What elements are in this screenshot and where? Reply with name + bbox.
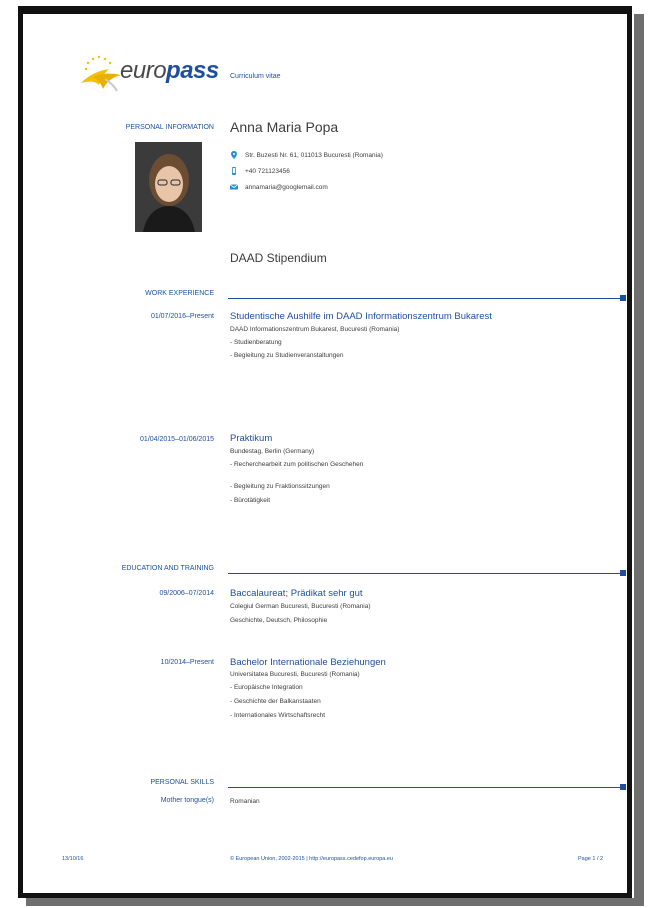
education-title: Baccalaureat; Prädikat sehr gut xyxy=(230,588,363,599)
job-duty: - Recherchearbeit zum politischen Gesche… xyxy=(230,461,364,468)
job-dates: 01/07/2016–Present xyxy=(150,313,214,320)
phone-line: +40 721123456 xyxy=(230,167,290,175)
education-label: EDUCATION AND TRAINING xyxy=(121,565,214,572)
email-line: annamaria@googlemail.com xyxy=(230,183,328,191)
footer-page-number: Page 1 / 2 xyxy=(578,856,604,862)
phone-icon xyxy=(232,167,236,175)
education-divider xyxy=(228,570,626,576)
personal-information-label: PERSONAL INFORMATION xyxy=(125,124,214,131)
address-line: Str. Buzesti Nr. 61, 011013 Bucuresti (R… xyxy=(230,151,383,159)
education-institution: Colegiul German Bucuresti, Bucuresti (Ro… xyxy=(230,603,371,610)
work-experience-divider xyxy=(228,295,626,301)
job-duty: - Begleitung zu Studienveranstaltungen xyxy=(230,352,344,359)
job-dates: 01/04/2015–01/06/2015 xyxy=(140,436,214,443)
job-employer: Bundestag, Berlin (Germany) xyxy=(230,448,315,455)
job-duty: - Studienberatung xyxy=(230,339,282,346)
education-dates: 10/2014–Present xyxy=(160,659,214,666)
headline: DAAD Stipendium xyxy=(230,251,327,265)
education-detail: - Europäische Integration xyxy=(230,684,303,691)
email-link[interactable]: annamaria@googlemail.com xyxy=(245,184,328,191)
phone-text: +40 721123456 xyxy=(245,167,290,175)
personal-skills-label: PERSONAL SKILLS xyxy=(150,779,214,786)
page-shadow-bottom xyxy=(26,898,644,906)
education-detail: Geschichte, Deutsch, Philosophie xyxy=(230,617,328,624)
location-pin-icon xyxy=(231,151,237,159)
education-detail: - Geschichte der Balkanstaaten xyxy=(230,698,321,705)
personal-skills-divider xyxy=(228,784,626,790)
envelope-icon xyxy=(230,184,238,190)
document-title: Curriculum vitae xyxy=(230,73,281,80)
job-title: Studentische Aushilfe im DAAD Informatio… xyxy=(230,311,492,322)
page-shadow-right xyxy=(634,14,644,904)
education-dates: 09/2006–07/2014 xyxy=(159,590,215,597)
candidate-name: Anna Maria Popa xyxy=(230,119,339,135)
job-employer: DAAD Informationszentrum Bukarest, Bucur… xyxy=(230,326,400,333)
address-text: Str. Buzesti Nr. 61, 011013 Bucuresti (R… xyxy=(245,151,383,159)
footer-date: 13/10/16 xyxy=(62,856,84,862)
mother-tongue-value: Romanian xyxy=(230,798,260,805)
education-title: Bachelor Internationale Beziehungen xyxy=(230,657,386,668)
europass-logo-text: europass xyxy=(120,57,219,84)
mother-tongue-label: Mother tongue(s) xyxy=(160,797,214,804)
profile-photo xyxy=(135,142,202,232)
job-duty: - Bürotätigkeit xyxy=(230,497,271,504)
footer-copyright-link[interactable]: © European Union, 2002-2015 | http://eur… xyxy=(230,856,393,862)
job-title: Praktikum xyxy=(230,433,273,444)
page-frame xyxy=(18,6,632,898)
work-experience-label: WORK EXPERIENCE xyxy=(145,290,214,297)
education-detail: - Internationales Wirtschaftsrecht xyxy=(230,712,326,719)
job-duty: - Begleitung zu Fraktionssitzungen xyxy=(230,483,330,490)
education-institution: Universitatea Bucuresti, Bucuresti (Roma… xyxy=(230,671,360,678)
